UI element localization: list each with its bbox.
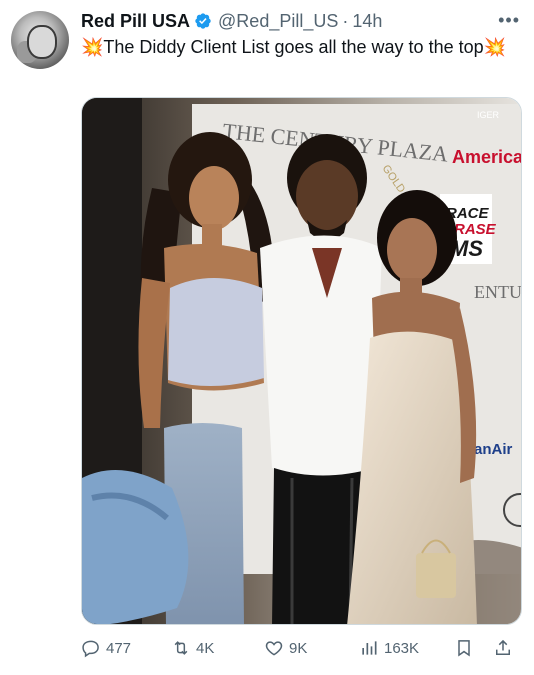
timestamp[interactable]: 14h <box>352 11 382 32</box>
tweet-text: 💥The Diddy Client List goes all the way … <box>81 37 507 57</box>
views-count: 163K <box>384 639 420 657</box>
views-icon <box>362 641 377 655</box>
more-options-icon[interactable]: ••• <box>498 10 520 31</box>
like-count: 9K <box>289 639 308 657</box>
avatar[interactable] <box>11 11 69 69</box>
bookmark-button[interactable] <box>454 636 479 660</box>
tweet[interactable]: Red Pill USA @Red_Pill_US · 14h ••• 💥The… <box>0 0 534 675</box>
share-icon <box>496 639 510 655</box>
author-name[interactable]: Red Pill USA <box>81 11 190 32</box>
retweet-button[interactable]: 4K <box>171 636 214 660</box>
separator-dot: · <box>342 10 349 31</box>
photo-scene: THE CENTURY PLAZA GOLD MEMES GRAND Ameri… <box>82 98 522 624</box>
action-bar: 477 4K 9K 163K <box>81 636 521 660</box>
reply-button[interactable]: 477 <box>81 636 131 660</box>
sign-century-side: ENTUR <box>474 282 522 302</box>
reply-icon <box>82 640 99 658</box>
author-handle[interactable]: @Red_Pill_US <box>218 11 338 32</box>
bookmark-icon <box>458 640 470 657</box>
sign-corner-logo: IGER <box>477 110 500 120</box>
sign-airline: anAir <box>474 441 513 458</box>
reply-count: 477 <box>106 639 132 657</box>
share-button[interactable] <box>493 636 518 660</box>
like-button[interactable]: 9K <box>264 636 307 660</box>
tweet-header: Red Pill USA @Red_Pill_US · 14h <box>81 10 522 32</box>
retweet-icon <box>174 641 188 655</box>
tweet-photo[interactable]: THE CENTURY PLAZA GOLD MEMES GRAND Ameri… <box>81 97 522 625</box>
views-button[interactable]: 163K <box>359 636 419 660</box>
retweet-count: 4K <box>196 639 215 657</box>
sign-america: America <box>452 147 522 167</box>
avatar-face <box>27 25 57 59</box>
verified-badge-icon <box>195 13 211 29</box>
heart-icon <box>265 641 283 656</box>
